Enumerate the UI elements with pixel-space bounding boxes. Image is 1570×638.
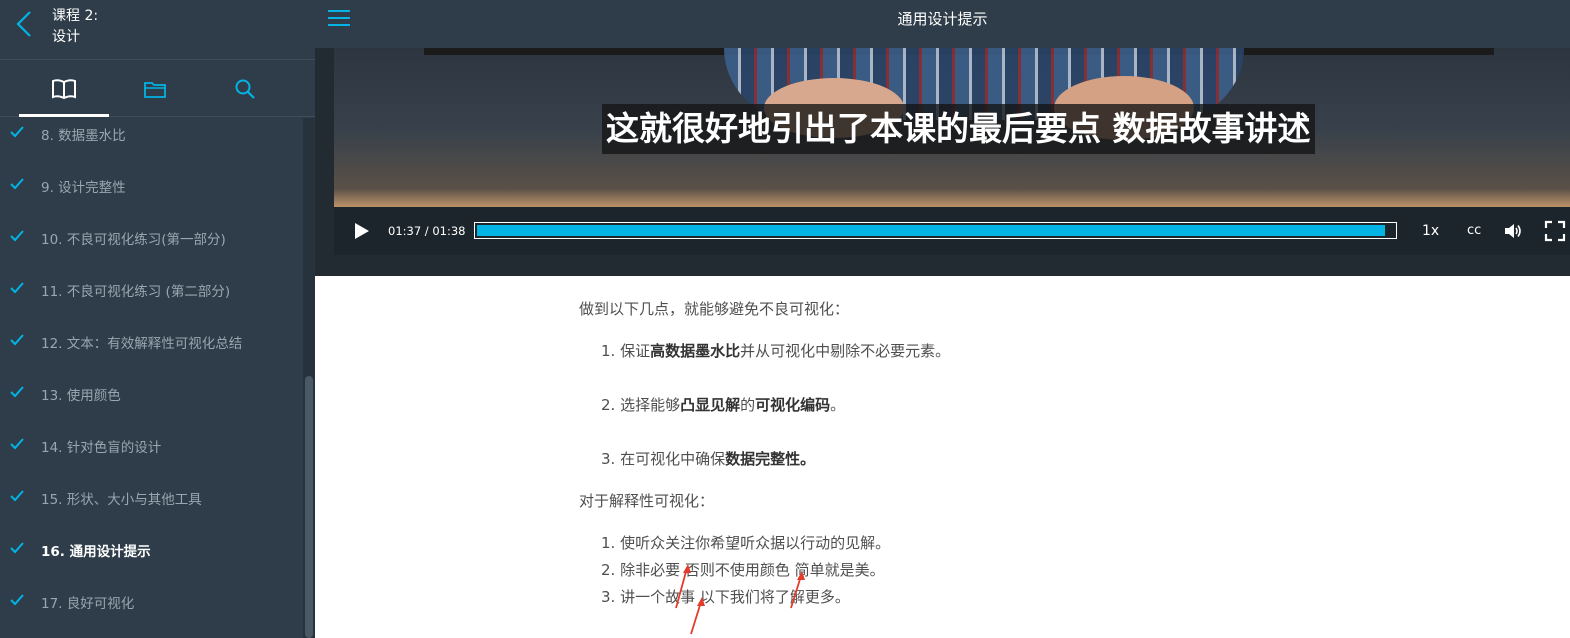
- speed-button[interactable]: 1x: [1422, 207, 1439, 255]
- play-icon: [355, 223, 369, 239]
- sidebar-tabs: [0, 61, 315, 117]
- captions-button[interactable]: cc: [1467, 207, 1481, 255]
- video-controls: 01:37 / 01:38 1x cc: [334, 207, 1570, 255]
- list-text: 1. 保证: [601, 342, 651, 360]
- lesson-label: 8. 数据墨水比: [41, 128, 126, 144]
- lesson-label: 15. 形状、大小与其他工具: [41, 492, 202, 508]
- lesson-item[interactable]: 17. 良好可视化: [0, 576, 303, 628]
- video-subtitle: 这就很好地引出了本课的最后要点 数据故事讲述: [602, 104, 1315, 154]
- check-icon: [10, 490, 24, 502]
- course-name: 设计: [52, 29, 80, 45]
- lesson-list: 8. 数据墨水比 9. 设计完整性 10. 不良可视化练习(第一部分) 11. …: [0, 118, 303, 638]
- course-number: 课程 2:: [52, 8, 99, 24]
- scrollbar-thumb[interactable]: [305, 376, 313, 638]
- list-text: 并从可视化中剔除不必要元素。: [740, 342, 951, 360]
- lesson-item-active[interactable]: 16. 通用设计提示: [0, 524, 303, 576]
- list-bold: 可视化编码: [755, 396, 831, 414]
- check-icon: [10, 178, 24, 190]
- check-icon: [10, 126, 24, 138]
- list2-item-3: 3. 讲一个故事 以下我们将了解更多。: [601, 588, 850, 606]
- lesson-label: 14. 针对色盲的设计: [41, 440, 162, 456]
- check-icon: [10, 230, 24, 242]
- lesson-label: 10. 不良可视化练习(第一部分): [41, 232, 226, 248]
- progress-bar[interactable]: [474, 222, 1397, 239]
- annotation-arrow-2: [690, 597, 705, 635]
- list1-item-2: 2. 选择能够凸显见解的可视化编码。: [601, 394, 845, 415]
- check-icon: [10, 386, 24, 398]
- top-bar: 通用设计提示: [315, 0, 1570, 48]
- list-text: 的: [740, 396, 756, 414]
- annotation-arrow-3: [790, 571, 805, 609]
- list-bold: 凸显见解: [680, 396, 741, 414]
- check-icon: [10, 542, 24, 554]
- list-text: 3. 在可视化中确保: [601, 450, 726, 468]
- lesson-label: 16. 通用设计提示: [41, 544, 151, 560]
- lesson-item[interactable]: 15. 形状、大小与其他工具: [0, 472, 303, 524]
- lesson-item[interactable]: 14. 针对色盲的设计: [0, 420, 303, 472]
- volume-icon: [1505, 224, 1521, 238]
- list1-item-3: 3. 在可视化中确保数据完整性。: [601, 448, 815, 469]
- check-icon: [10, 438, 24, 450]
- fullscreen-button[interactable]: [1544, 220, 1566, 242]
- tab-lessons[interactable]: [19, 61, 109, 117]
- page-title: 通用设计提示: [897, 10, 988, 28]
- lesson-item[interactable]: 9. 设计完整性: [0, 160, 303, 212]
- lesson-label: 12. 文本：有效解释性可视化总结: [41, 336, 243, 352]
- tab-search[interactable]: [200, 61, 290, 117]
- progress-fill: [477, 225, 1385, 236]
- folder-icon: [144, 82, 166, 98]
- lesson-item[interactable]: 8. 数据墨水比: [0, 118, 303, 160]
- menu-button[interactable]: [328, 9, 350, 27]
- intro-text: 做到以下几点，就能够避免不良可视化：: [579, 300, 850, 318]
- list-bold: 数据完整性。: [725, 450, 816, 468]
- list2-item-2: 2. 除非必要 否则不使用颜色 简单就是美。: [601, 561, 885, 579]
- check-icon: [10, 334, 24, 346]
- fullscreen-icon: [1544, 220, 1566, 242]
- check-icon: [10, 594, 24, 606]
- video-time: 01:37 / 01:38: [388, 224, 466, 238]
- search-icon: [235, 79, 255, 99]
- back-button[interactable]: [10, 8, 40, 40]
- lesson-label: 11. 不良可视化练习 (第二部分): [41, 284, 231, 300]
- sidebar: 课程 2: 设计 8. 数据墨水比 9. 设计完整性 10. 不良可视化练习(第…: [0, 0, 315, 638]
- hamburger-icon: [328, 10, 350, 26]
- tab-resources[interactable]: [110, 61, 200, 117]
- lesson-item[interactable]: 11. 不良可视化练习 (第二部分): [0, 264, 303, 316]
- lesson-label: 13. 使用颜色: [41, 388, 121, 404]
- book-icon: [52, 79, 76, 100]
- list2-item-1: 1. 使听众关注你希望听众据以行动的见解。: [601, 534, 891, 552]
- list-text: 。: [830, 396, 846, 414]
- lesson-item[interactable]: 13. 使用颜色: [0, 368, 303, 420]
- list-text: 2. 选择能够: [601, 396, 681, 414]
- play-button[interactable]: [350, 220, 372, 242]
- section2-heading: 对于解释性可视化：: [579, 492, 715, 510]
- video-player: 这就很好地引出了本课的最后要点 数据故事讲述 01:37 / 01:38 1x …: [315, 48, 1570, 276]
- list1-item-1: 1. 保证高数据墨水比并从可视化中剔除不必要元素。: [601, 340, 950, 361]
- check-icon: [10, 282, 24, 294]
- volume-button[interactable]: [1502, 220, 1524, 242]
- lesson-item[interactable]: 12. 文本：有效解释性可视化总结: [0, 316, 303, 368]
- lesson-item[interactable]: 10. 不良可视化练习(第一部分): [0, 212, 303, 264]
- course-title[interactable]: 课程 2: 设计: [52, 6, 98, 48]
- chevron-left-icon: [16, 11, 31, 37]
- lesson-label: 9. 设计完整性: [41, 180, 126, 196]
- sidebar-header: 课程 2: 设计: [0, 0, 315, 60]
- lesson-label: 17. 良好可视化: [41, 596, 135, 612]
- list-bold: 高数据墨水比: [650, 342, 741, 360]
